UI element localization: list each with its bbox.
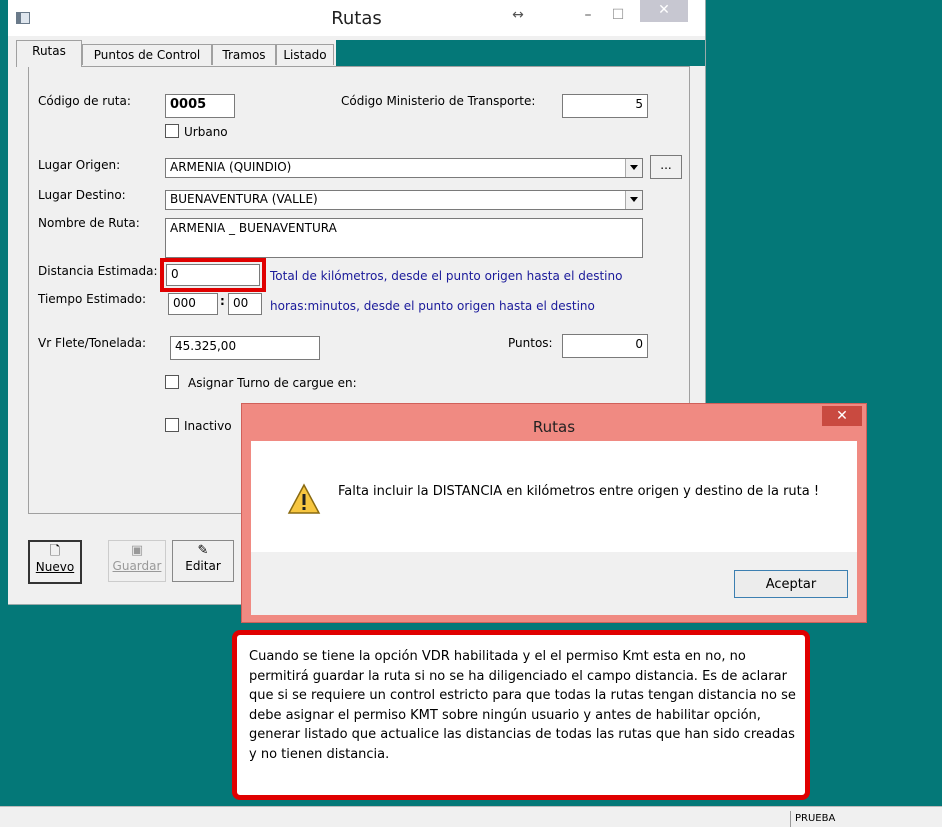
- save-icon: ▣: [130, 543, 144, 558]
- maximize-button[interactable]: ☐: [608, 6, 628, 24]
- tab-rutas[interactable]: Rutas: [16, 40, 82, 67]
- tab-tramos[interactable]: Tramos: [212, 44, 276, 65]
- tab-strip: Rutas Puntos de Control Tramos Listado: [16, 40, 705, 67]
- dialog-title: Rutas: [532, 418, 576, 436]
- annotation-callout: Cuando se tiene la opción VDR habilitada…: [232, 630, 810, 800]
- callout-text: Cuando se tiene la opción VDR habilitada…: [249, 649, 796, 762]
- nuevo-button[interactable]: 🗋 Nuevo: [28, 540, 82, 584]
- edit-icon: ✎: [197, 543, 209, 558]
- message-dialog: Rutas ✕ Falta incluir la DISTANCIA en ki…: [241, 403, 867, 623]
- dialog-close-button[interactable]: ✕: [822, 406, 862, 426]
- dialog-message: Falta incluir la DISTANCIA en kilómetros…: [338, 484, 820, 499]
- new-document-icon: 🗋: [49, 544, 61, 559]
- status-bar: PRUEBA: [0, 806, 942, 827]
- nuevo-label: Nuevo: [35, 560, 75, 574]
- aceptar-button[interactable]: Aceptar: [734, 570, 848, 598]
- warning-icon: [287, 483, 321, 514]
- dialog-body: Falta incluir la DISTANCIA en kilómetros…: [251, 441, 857, 552]
- window-title: Rutas: [331, 8, 382, 29]
- tab-listado[interactable]: Listado: [276, 44, 334, 65]
- editar-button[interactable]: ✎ Editar: [172, 540, 234, 582]
- window-titlebar: Rutas ↔ – ☐ ✕: [8, 0, 705, 36]
- minimize-button[interactable]: –: [578, 6, 598, 24]
- guardar-label: Guardar: [112, 559, 162, 573]
- status-pane: PRUEBA: [790, 811, 942, 827]
- close-button[interactable]: ✕: [640, 0, 688, 22]
- dialog-footer: Aceptar: [251, 552, 857, 615]
- editar-label: Editar: [185, 559, 221, 573]
- resize-icon: ↔: [512, 7, 524, 23]
- guardar-button[interactable]: ▣ Guardar: [108, 540, 166, 582]
- tab-puntos-de-control[interactable]: Puntos de Control: [82, 44, 212, 65]
